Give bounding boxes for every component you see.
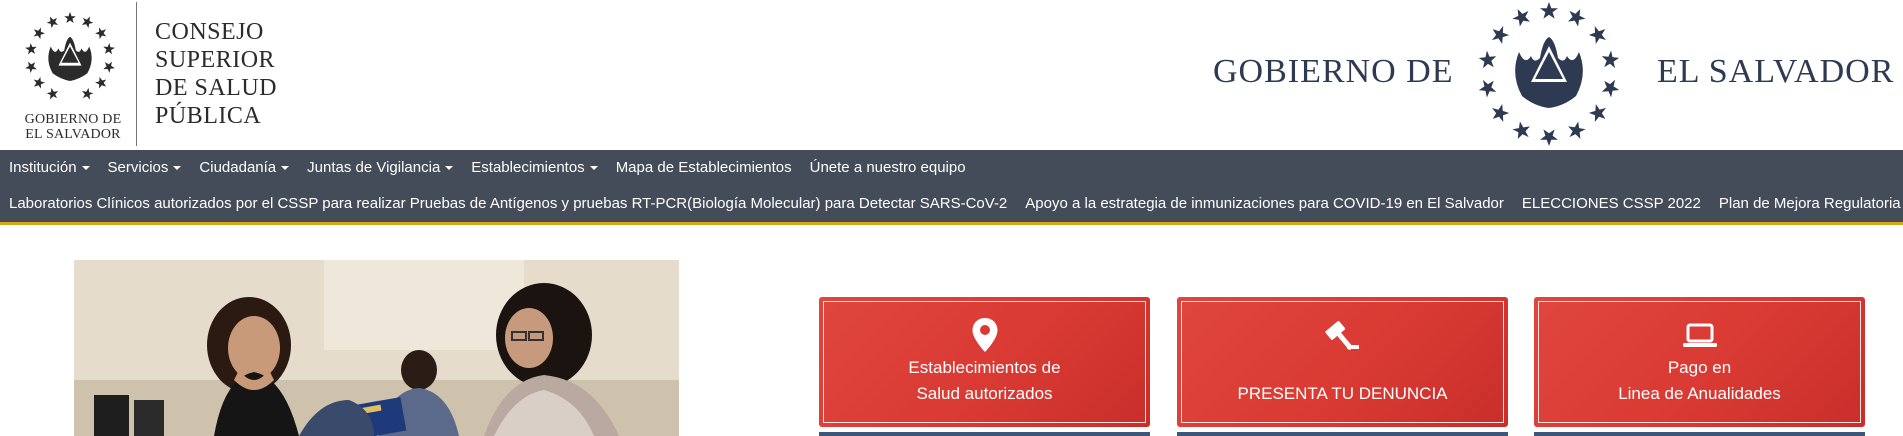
org-name-line: PÚBLICA xyxy=(155,103,262,129)
nav-item-label: ELECCIONES CSSP 2022 xyxy=(1521,195,1701,212)
nav-item-label: Institución xyxy=(9,159,77,176)
nav-item-label: Juntas de Vigilancia xyxy=(307,159,441,176)
org-name-line: SUPERIOR xyxy=(155,47,276,73)
caret-down-icon xyxy=(589,166,598,170)
nav-item-label: Únete a nuestro equipo xyxy=(809,159,966,176)
nav-item-laboratorios[interactable]: Laboratorios Clínicos autorizados por el… xyxy=(0,194,1016,214)
card-establecimientos-autorizados[interactable]: Establecimientos de Salud autorizados xyxy=(819,297,1150,427)
map-marker-icon xyxy=(972,318,997,352)
card-pago-anualidades[interactable]: Pago en Linea de Anualidades xyxy=(1534,297,1865,427)
nav-item-label: Plan de Mejora Regulatoria CSSP xyxy=(1718,195,1903,212)
caret-down-icon xyxy=(81,166,90,170)
nav-item-label: Establecimientos xyxy=(471,159,585,176)
nav-item-unete[interactable]: Únete a nuestro equipo xyxy=(801,158,975,178)
gobierno-logo[interactable]: GOBIERNO DE EL SALVADOR xyxy=(8,8,138,143)
card-label-line2: Salud autorizados xyxy=(916,384,1053,403)
caret-down-icon xyxy=(445,166,454,170)
nav-item-plan-mejora[interactable]: Plan de Mejora Regulatoria CSSP xyxy=(1710,194,1903,214)
photo-illustration xyxy=(74,260,679,436)
card-strip xyxy=(819,432,1150,436)
laptop-icon xyxy=(1682,323,1717,347)
logo-text-line1: GOBIERNO DE xyxy=(24,112,122,127)
card-label-line1: Establecimientos de xyxy=(908,358,1061,377)
nav-item-ciudadania[interactable]: Ciudadanía xyxy=(190,158,298,178)
card-label-line1: Pago en xyxy=(1667,358,1732,377)
el-salvador-coat-of-arms-icon xyxy=(1476,2,1622,146)
card-label: Establecimientos de Salud autorizados xyxy=(819,355,1150,407)
gavel-icon xyxy=(1324,321,1359,350)
nav-item-label: Servicios xyxy=(107,159,169,176)
card-label-line1 xyxy=(1177,355,1508,381)
nav-row-secondary: Laboratorios Clínicos autorizados por el… xyxy=(0,194,1903,214)
nav-item-label: Laboratorios Clínicos autorizados por el… xyxy=(9,195,1008,212)
card-label-line2: Linea de Anualidades xyxy=(1618,384,1781,403)
header-divider xyxy=(136,2,137,146)
card-label: PRESENTA TU DENUNCIA xyxy=(1177,355,1508,407)
el-salvador-text: EL SALVADOR xyxy=(1657,53,1895,90)
card-label: Pago en Linea de Anualidades xyxy=(1534,355,1865,407)
card-label-line2: PRESENTA TU DENUNCIA xyxy=(1237,384,1448,403)
nav-item-elecciones[interactable]: ELECCIONES CSSP 2022 xyxy=(1513,194,1710,214)
main-navigation: Institución Servicios Ciudadanía Juntas … xyxy=(0,150,1903,225)
nav-item-juntas-de-vigilancia[interactable]: Juntas de Vigilancia xyxy=(298,158,462,178)
nav-item-establecimientos[interactable]: Establecimientos xyxy=(462,158,606,178)
nav-item-label: Apoyo a la estrategia de inmunizaciones … xyxy=(1025,195,1504,212)
card-strip xyxy=(1534,432,1865,436)
nav-item-servicios[interactable]: Servicios xyxy=(99,158,191,178)
nav-item-label: Ciudadanía xyxy=(199,159,277,176)
caret-down-icon xyxy=(281,166,290,170)
card-strip xyxy=(1177,432,1508,436)
nav-item-mapa-establecimientos[interactable]: Mapa de Establecimientos xyxy=(607,158,801,178)
card-presenta-denuncia[interactable]: PRESENTA TU DENUNCIA xyxy=(1177,297,1508,427)
org-name-line: CONSEJO xyxy=(155,19,264,45)
site-header: GOBIERNO DE EL SALVADOR CONSEJO SUPERIOR… xyxy=(0,0,1903,150)
gobierno-de-text: GOBIERNO DE xyxy=(1213,53,1454,90)
nav-item-inmunizaciones[interactable]: Apoyo a la estrategia de inmunizaciones … xyxy=(1016,194,1513,214)
news-photo[interactable] xyxy=(74,260,679,436)
nav-item-label: Mapa de Establecimientos xyxy=(615,159,792,176)
coat-of-arms-icon xyxy=(23,11,117,103)
nav-row-primary: Institución Servicios Ciudadanía Juntas … xyxy=(0,158,975,178)
org-name-line: DE SALUD xyxy=(155,75,277,101)
nav-item-institucion[interactable]: Institución xyxy=(0,158,99,178)
logo-text-line2: EL SALVADOR xyxy=(25,127,121,142)
caret-down-icon xyxy=(173,166,182,170)
cssp-org-name[interactable]: CONSEJO SUPERIOR DE SALUD PÚBLICA xyxy=(155,18,335,130)
